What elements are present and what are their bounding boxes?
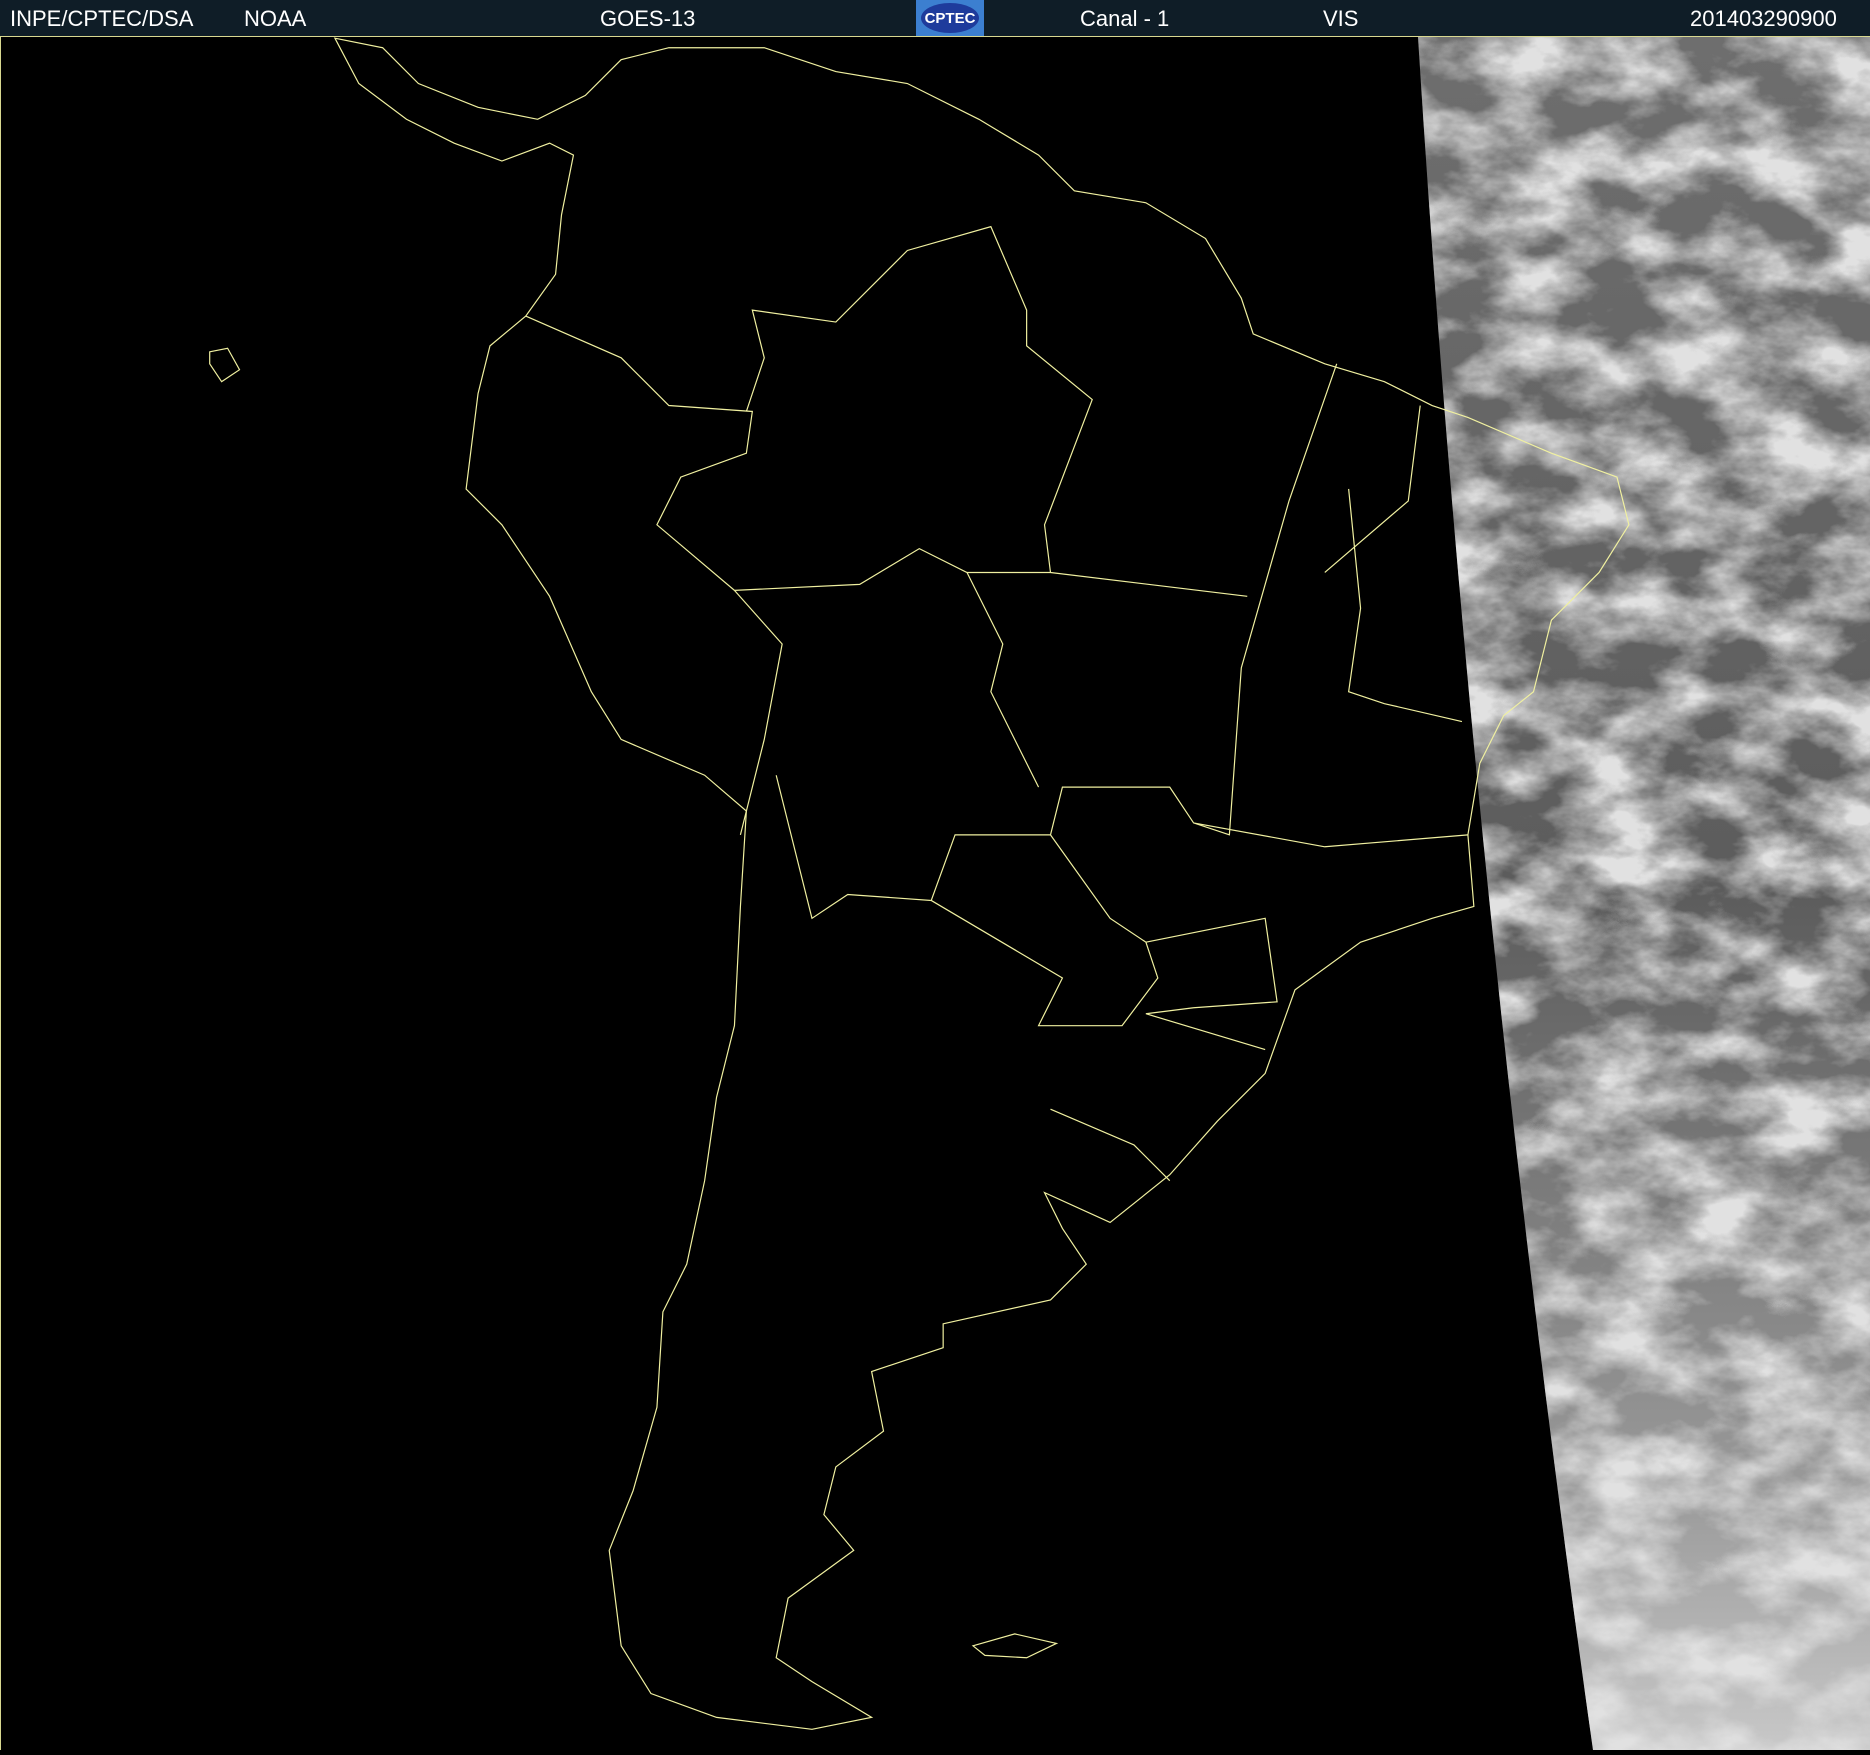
satellite-image — [0, 37, 1870, 1750]
timestamp-label: 201403290900 — [1690, 6, 1837, 31]
satellite-label: GOES-13 — [600, 6, 696, 31]
falkland-islands — [971, 1633, 1059, 1659]
image-header: INPE/CPTEC/DSA NOAA GOES-13 CPTEC Canal … — [0, 0, 1870, 37]
satellite-map — [209, 37, 1870, 1750]
agency-label: INPE/CPTEC/DSA — [10, 6, 194, 31]
galapagos-islands — [209, 347, 241, 383]
cptec-logo: CPTEC — [916, 0, 984, 36]
channel-label: Canal - 1 — [1080, 6, 1170, 31]
cptec-logo-text: CPTEC — [921, 3, 979, 33]
country-outlines — [209, 37, 1630, 1730]
border-lines — [525, 225, 1468, 1182]
daylight-cloud-region — [1418, 37, 1870, 1750]
band-label: VIS — [1323, 6, 1359, 31]
source-label: NOAA — [244, 6, 307, 31]
south-america-coastline — [333, 37, 1630, 1730]
